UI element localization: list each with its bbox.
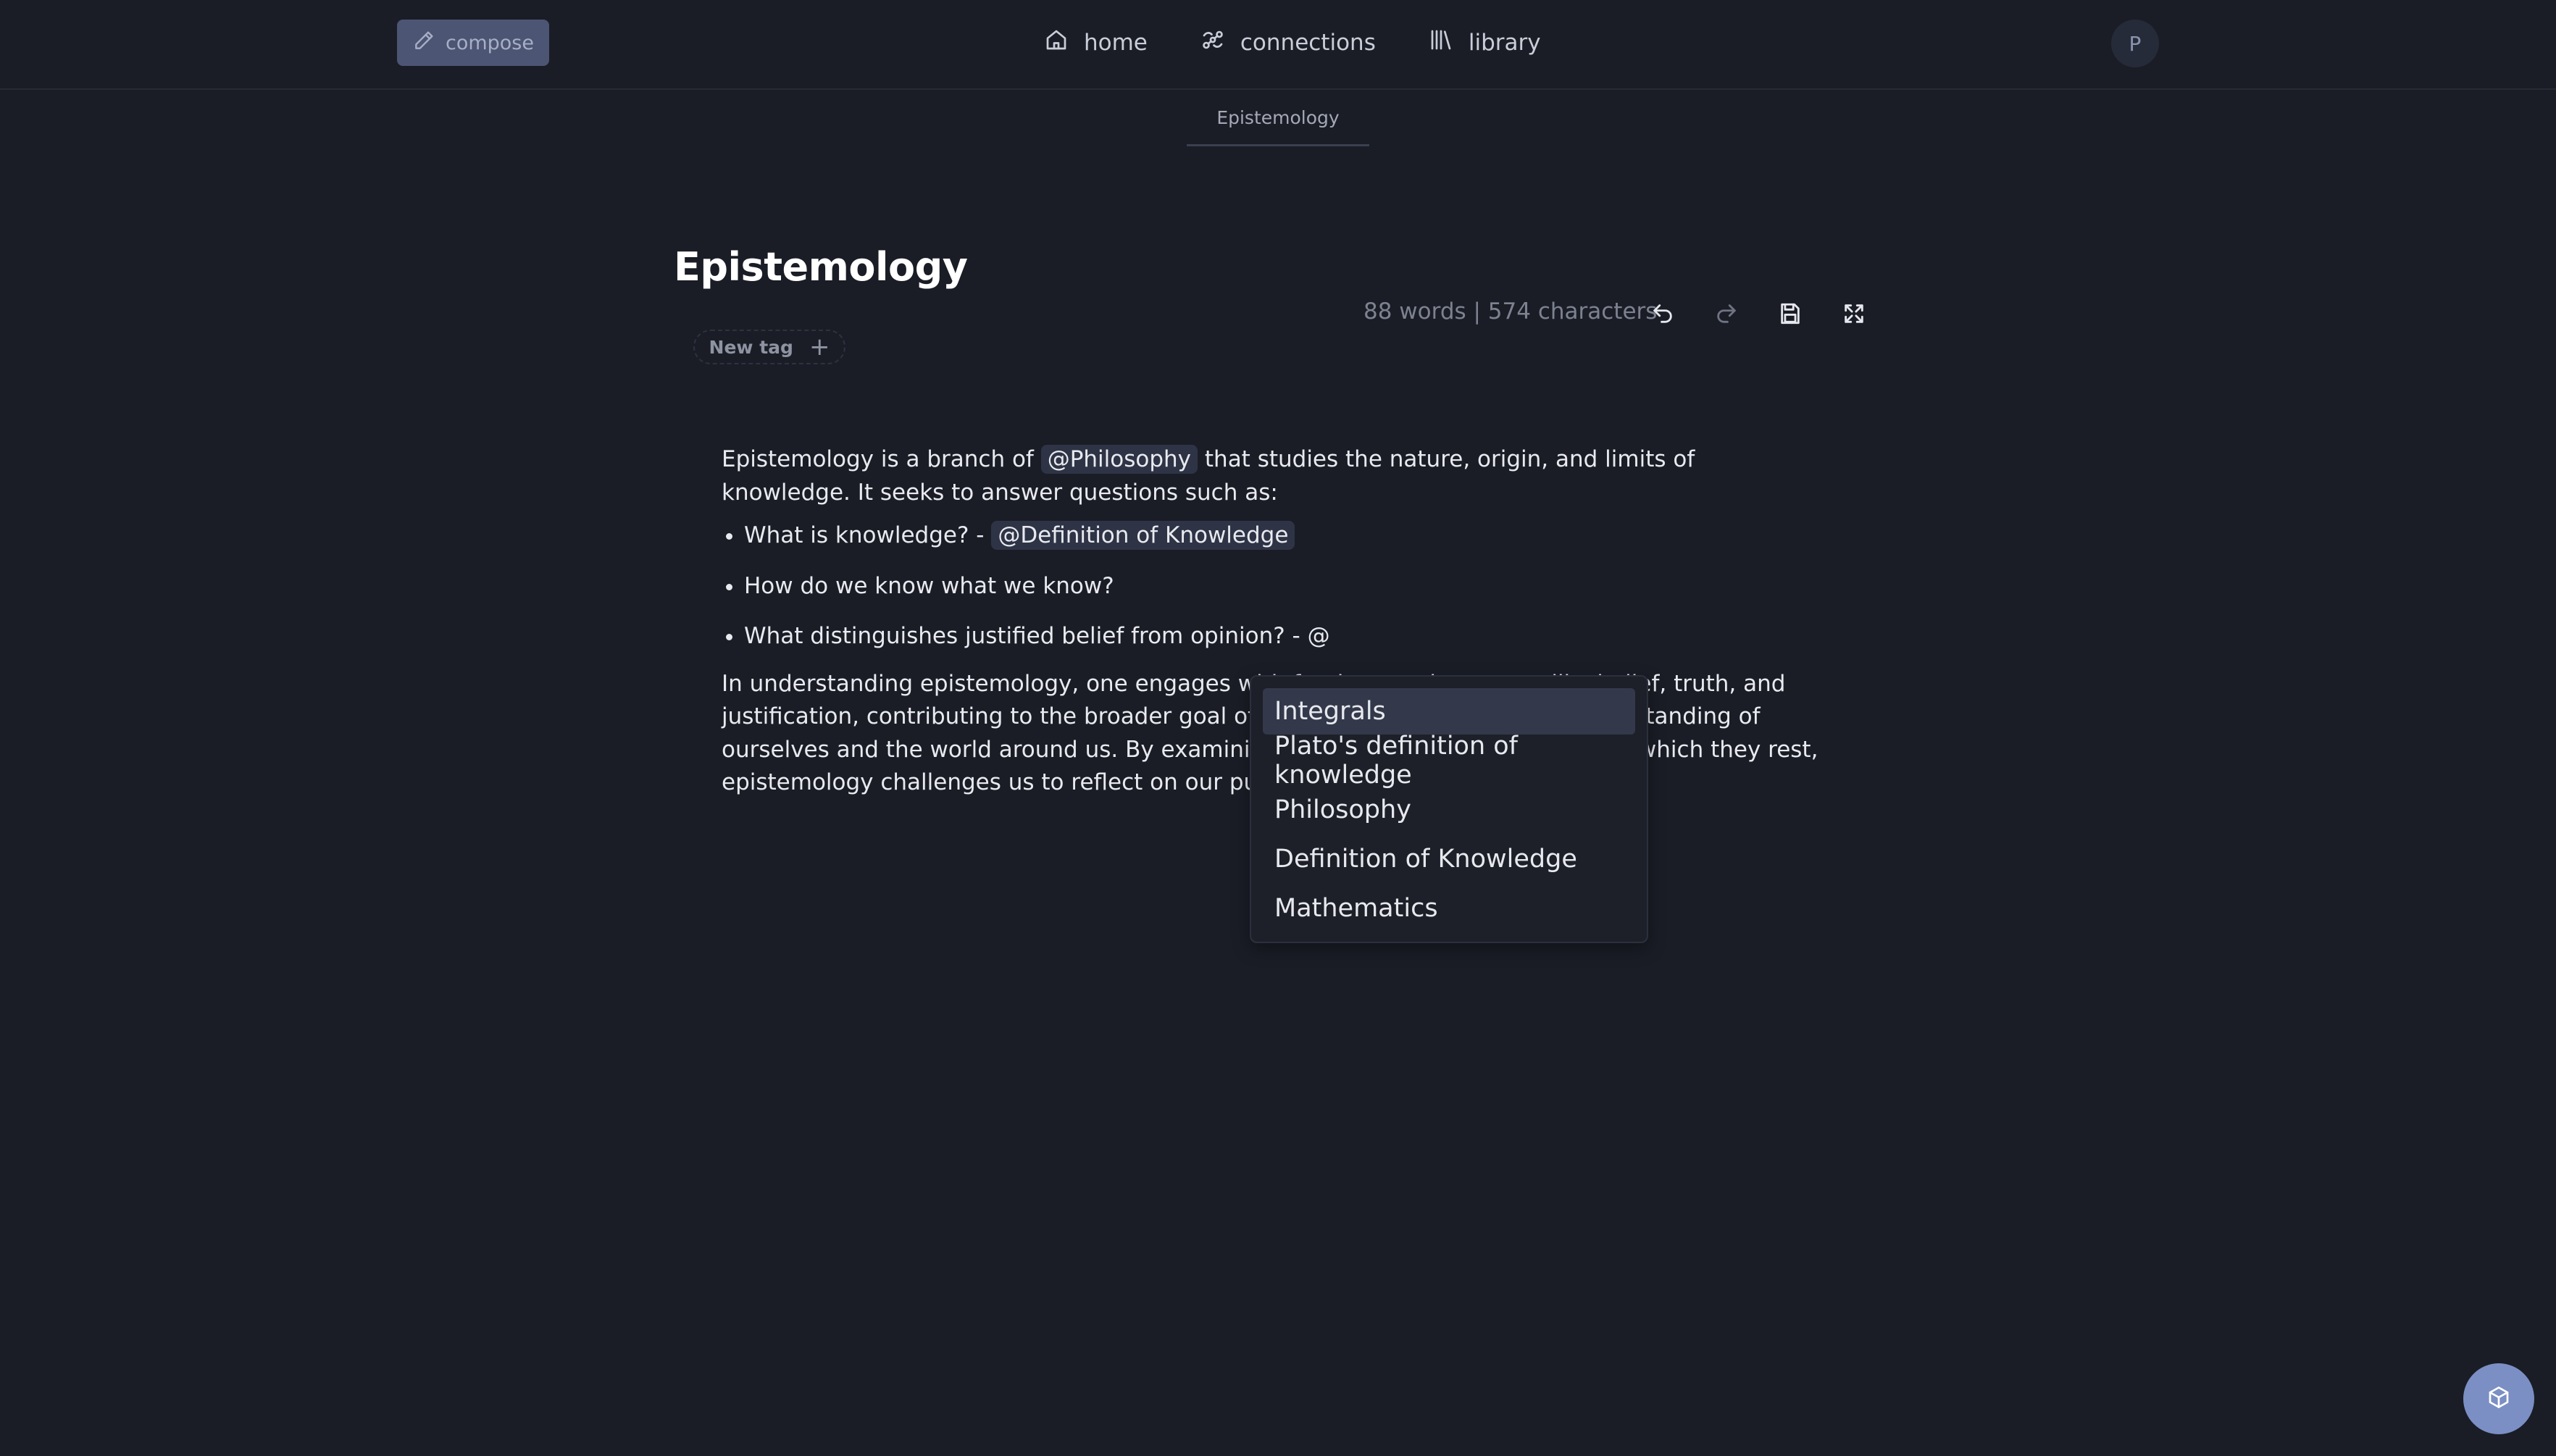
compose-label: compose — [445, 31, 534, 54]
list-item-text: What distinguishes justified belief from… — [744, 623, 1330, 649]
avatar-initial: P — [2129, 31, 2142, 56]
list-item: What is knowledge? - @Definition of Know… — [744, 519, 1830, 553]
pencil-icon — [412, 29, 435, 57]
plus-icon: + — [809, 332, 830, 361]
top-bar: compose home connections library P — [0, 0, 2556, 90]
floating-action-button[interactable] — [2463, 1363, 2534, 1434]
connections-icon — [1200, 27, 1226, 59]
redo-icon — [1714, 301, 1739, 329]
mention-definition-of-knowledge[interactable]: @Definition of Knowledge — [991, 521, 1295, 550]
save-icon — [1778, 301, 1803, 329]
suggestion-item[interactable]: Definition of Knowledge — [1263, 836, 1635, 882]
suggestion-item[interactable]: Plato's definition of knowledge — [1263, 732, 1635, 790]
undo-button[interactable] — [1645, 297, 1681, 333]
mention-philosophy[interactable]: @Philosophy — [1040, 445, 1198, 474]
nav-library[interactable]: library — [1428, 27, 1541, 59]
redo-button[interactable] — [1708, 297, 1745, 333]
list-item: How do we know what we know? — [744, 570, 1830, 603]
word-count: 88 words | 574 characters — [1363, 298, 1658, 325]
fullscreen-button[interactable] — [1836, 297, 1872, 333]
save-button[interactable] — [1772, 297, 1808, 333]
home-icon — [1043, 27, 1069, 59]
nav-home[interactable]: home — [1043, 27, 1148, 59]
mention-suggestions: Integrals Plato's definition of knowledg… — [1250, 675, 1648, 943]
suggestion-item[interactable]: Integrals — [1263, 688, 1635, 735]
tab-label: Epistemology — [1216, 107, 1340, 128]
library-icon — [1428, 27, 1454, 59]
suggestion-item[interactable]: Philosophy — [1263, 787, 1635, 833]
main-nav: home connections library — [1043, 22, 1541, 64]
page-title[interactable]: Epistemology — [674, 244, 968, 290]
nav-connections[interactable]: connections — [1200, 27, 1376, 59]
nav-connections-label: connections — [1240, 30, 1376, 56]
expand-icon — [1842, 301, 1866, 329]
undo-icon — [1650, 301, 1675, 329]
new-tag-button[interactable]: New tag + — [693, 330, 845, 364]
new-tag-label: New tag — [709, 336, 793, 358]
nav-home-label: home — [1084, 30, 1148, 56]
list-item: What distinguishes justified belief from… — [744, 620, 1830, 653]
paragraph-intro: Epistemology is a branch of @Philosophy … — [722, 443, 1830, 509]
suggestion-item[interactable]: Mathematics — [1263, 885, 1635, 932]
cube-icon — [2486, 1384, 2512, 1413]
list-item-text: How do we know what we know? — [744, 572, 1114, 599]
tab-epistemology[interactable]: Epistemology — [1187, 91, 1369, 146]
nav-library-label: library — [1468, 30, 1541, 56]
compose-button[interactable]: compose — [397, 20, 549, 66]
avatar[interactable]: P — [2111, 20, 2159, 67]
paragraph-text: Epistemology is a branch of — [722, 446, 1041, 472]
question-list: What is knowledge? - @Definition of Know… — [722, 519, 1830, 653]
list-item-text: What is knowledge? - — [744, 522, 992, 548]
